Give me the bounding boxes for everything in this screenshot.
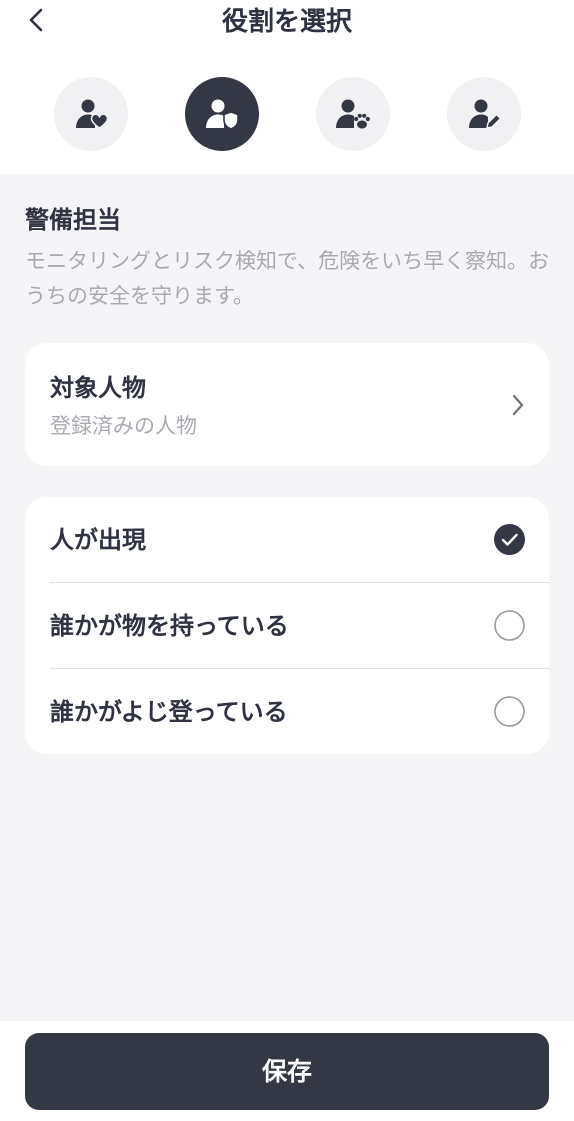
person-heart-icon — [76, 99, 108, 129]
check-circle-icon — [494, 524, 525, 555]
checkbox-unchecked[interactable] — [494, 696, 525, 727]
option-person-appears[interactable]: 人が出現 — [25, 497, 549, 583]
target-person-subtitle: 登録済みの人物 — [50, 414, 197, 438]
target-person-row[interactable]: 対象人物 登録済みの人物 — [25, 343, 549, 466]
role-description: モニタリングとリスク検知で、危険をいち早く察知。おうちの安全を守ります。 — [25, 249, 550, 308]
option-climbing[interactable]: 誰かがよじ登っている — [25, 669, 549, 755]
person-pen-icon — [469, 99, 501, 129]
bottom-bar: 保存 — [0, 1021, 574, 1121]
option-label: 人が出現 — [50, 526, 146, 554]
checkbox-checked[interactable] — [494, 524, 525, 555]
target-person-title: 対象人物 — [50, 374, 146, 402]
page-title: 役割を選択 — [221, 7, 352, 37]
trigger-options-list: 人が出現 誰かが物を持っている 誰かがよじ登っている — [25, 497, 550, 755]
save-button[interactable]: 保存 — [25, 1033, 549, 1110]
person-shield-icon — [206, 99, 239, 130]
chevron-right-icon — [512, 394, 524, 416]
checkbox-unchecked[interactable] — [494, 610, 525, 641]
person-paw-icon — [336, 99, 370, 129]
role-option-paw[interactable] — [316, 77, 390, 151]
role-title: 警備担当 — [25, 206, 121, 234]
option-holding-object[interactable]: 誰かが物を持っている — [25, 583, 549, 669]
role-option-shield[interactable] — [185, 77, 259, 151]
empty-circle-icon — [494, 610, 525, 641]
role-option-heart[interactable] — [54, 77, 128, 151]
empty-circle-icon — [494, 696, 525, 727]
option-label: 誰かが物を持っている — [50, 612, 289, 640]
role-option-pen[interactable] — [447, 77, 521, 151]
header: 役割を選択 — [0, 0, 574, 174]
option-label: 誰かがよじ登っている — [50, 698, 288, 726]
